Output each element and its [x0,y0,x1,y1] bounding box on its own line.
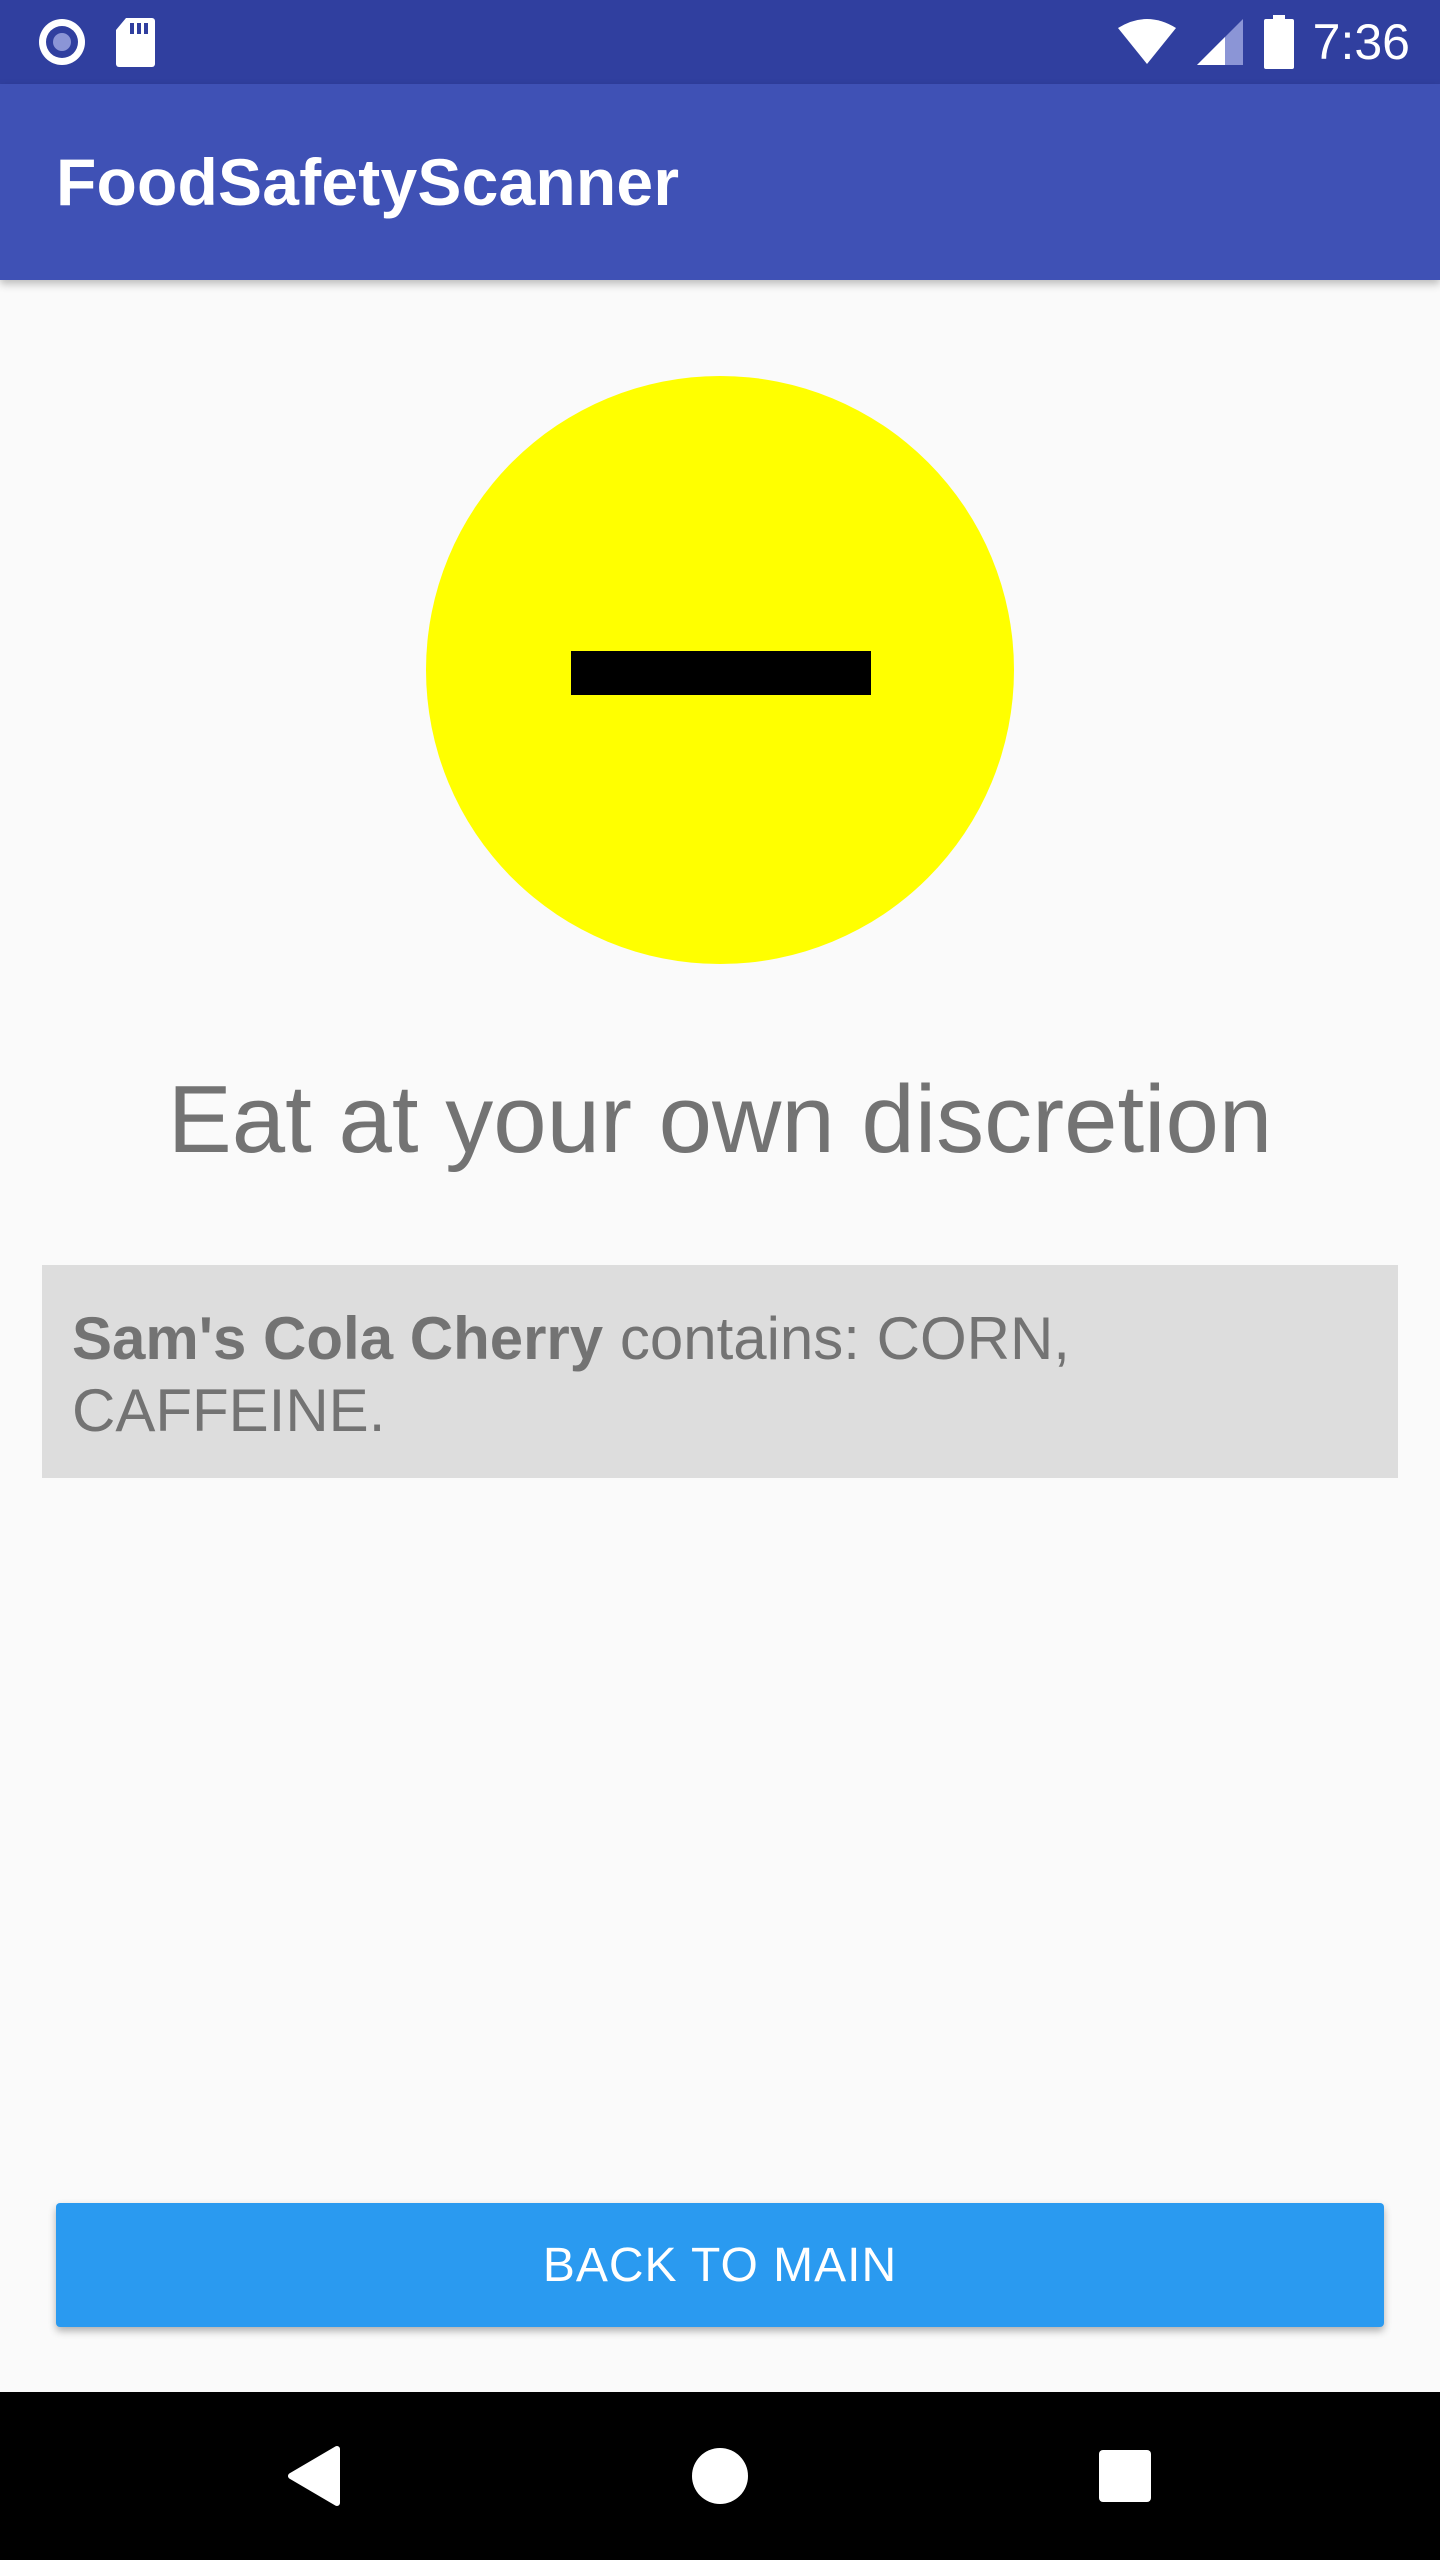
ingredients-panel: Sam's Cola Cherry contains: CORN, CAFFEI… [42,1265,1398,1478]
recents-icon[interactable] [1025,2392,1225,2560]
face-mouth [571,651,871,695]
radio-icon [36,16,88,68]
sd-card-icon [114,16,156,68]
battery-icon [1263,15,1295,69]
back-to-main-button[interactable]: BACK TO MAIN [56,2203,1384,2327]
app-bar: FoodSafetyScanner [0,84,1440,280]
neutral-face-icon [426,376,1014,964]
status-right-icons: 7:36 [1117,10,1410,74]
home-icon[interactable] [620,2392,820,2560]
status-time: 7:36 [1312,14,1410,70]
verdict-text: Eat at your own discretion [167,1066,1273,1173]
status-left-icons [36,14,156,70]
screen: 7:36 FoodSafetyScanner Eat at your own d… [0,0,1440,2560]
app-title: FoodSafetyScanner [56,145,680,219]
wifi-icon [1117,18,1177,66]
signal-icon [1195,17,1245,67]
status-bar: 7:36 [0,0,1440,84]
navigation-bar [0,2392,1440,2560]
back-icon[interactable] [215,2392,415,2560]
product-name: Sam's Cola Cherry [72,1305,604,1372]
